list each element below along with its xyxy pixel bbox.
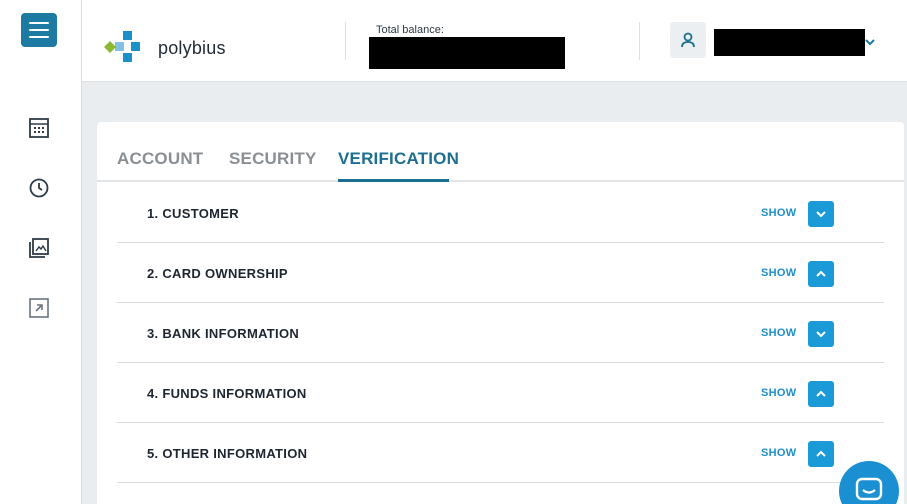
tab-security[interactable]: SECURITY	[229, 149, 317, 169]
chevron-down-icon	[816, 331, 826, 338]
calculator-icon[interactable]	[28, 117, 50, 139]
expand-button[interactable]	[808, 201, 834, 227]
tab-account[interactable]: ACCOUNT	[117, 149, 203, 169]
section-bank-information[interactable]: 3. BANK INFORMATION SHOW	[117, 303, 884, 363]
chevron-up-icon	[816, 270, 826, 277]
collapse-button[interactable]	[808, 381, 834, 407]
chevron-up-icon	[816, 390, 826, 397]
show-link[interactable]: SHOW	[761, 447, 796, 459]
user-icon	[681, 32, 695, 48]
external-link-icon[interactable]	[28, 297, 50, 319]
hamburger-menu-button[interactable]	[21, 13, 57, 47]
chevron-down-icon[interactable]	[864, 34, 876, 52]
user-name-redacted[interactable]	[714, 29, 865, 56]
section-title: 2. CARD OWNERSHIP	[147, 266, 288, 281]
chat-icon	[855, 477, 883, 501]
section-title: 3. BANK INFORMATION	[147, 326, 300, 341]
show-link[interactable]: SHOW	[761, 327, 796, 339]
polybius-logo-icon	[104, 31, 140, 62]
top-header: polybius Total balance:	[82, 0, 907, 82]
chevron-up-icon	[816, 450, 826, 457]
logo[interactable]: polybius	[102, 30, 226, 66]
menu-bar	[29, 22, 49, 24]
show-link[interactable]: SHOW	[761, 387, 796, 399]
section-title: 1. CUSTOMER	[147, 206, 239, 221]
collapse-button[interactable]	[808, 441, 834, 467]
balance-label: Total balance:	[376, 24, 444, 36]
collapse-button[interactable]	[808, 261, 834, 287]
gallery-icon[interactable]	[28, 237, 50, 259]
chevron-down-icon	[816, 211, 826, 218]
user-avatar-button[interactable]	[670, 22, 706, 58]
show-link[interactable]: SHOW	[761, 207, 796, 219]
settings-card: ACCOUNT SECURITY VERIFICATION 1. CUSTOME…	[97, 122, 904, 504]
show-link[interactable]: SHOW	[761, 267, 796, 279]
active-tab-indicator	[338, 179, 449, 182]
clock-icon[interactable]	[28, 177, 50, 199]
tab-verification[interactable]: VERIFICATION	[338, 149, 459, 169]
section-customer[interactable]: 1. CUSTOMER SHOW	[117, 183, 884, 243]
header-divider	[639, 22, 640, 60]
section-card-ownership[interactable]: 2. CARD OWNERSHIP SHOW	[117, 243, 884, 303]
section-funds-information[interactable]: 4. FUNDS INFORMATION SHOW	[117, 363, 884, 423]
menu-bar	[29, 36, 49, 38]
logo-text: polybius	[158, 37, 226, 58]
section-title: 4. FUNDS INFORMATION	[147, 386, 307, 401]
section-other-information[interactable]: 5. OTHER INFORMATION SHOW	[117, 423, 884, 483]
expand-button[interactable]	[808, 321, 834, 347]
sidebar	[0, 0, 82, 504]
balance-value-redacted	[369, 37, 565, 69]
header-divider	[345, 22, 346, 60]
section-title: 5. OTHER INFORMATION	[147, 446, 308, 461]
menu-bar	[29, 29, 49, 31]
tab-bar: ACCOUNT SECURITY VERIFICATION	[97, 122, 904, 182]
